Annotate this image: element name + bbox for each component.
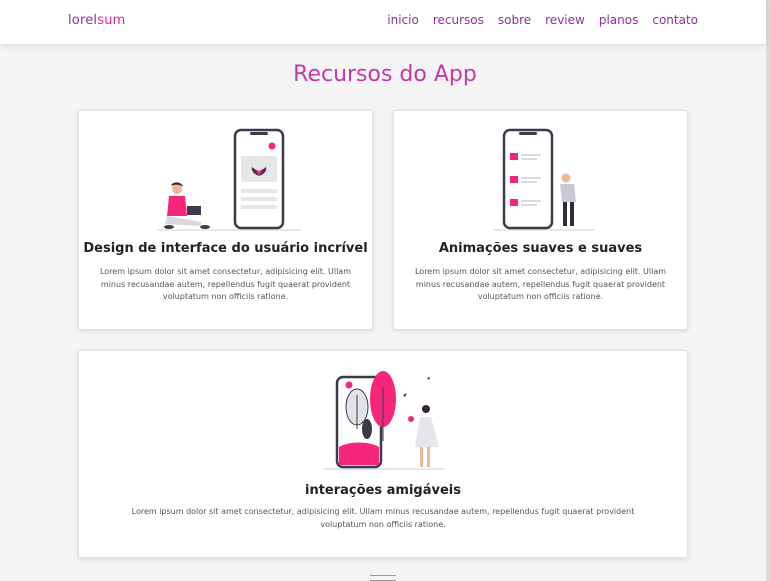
card-text: Lorem ipsum dolor sit amet consectetur, … — [131, 507, 635, 529]
card-text: Lorem ipsum dolor sit amet consectetur, … — [99, 267, 352, 301]
scrollbar[interactable] — [766, 0, 770, 581]
feature-card-design: Design de interface do usuário incrível … — [78, 110, 373, 330]
phone-animation-illustration-icon — [494, 128, 594, 231]
nav-link-recursos[interactable]: recursos — [433, 13, 484, 27]
nav-link-sobre[interactable]: sobre — [498, 13, 531, 27]
feature-card-animations: Animações suaves e suaves Lorem ipsum do… — [393, 110, 688, 330]
brand-logo[interactable]: lorelsum — [68, 13, 126, 28]
card-title: Animações suaves e suaves — [438, 241, 643, 256]
card-title: Design de interface do usuário incrível — [83, 241, 368, 256]
menu-icon[interactable] — [370, 575, 396, 581]
nav-link-contato[interactable]: contato — [652, 13, 698, 27]
nav-link-inicio[interactable]: inicio — [387, 13, 419, 27]
navbar: lorelsum inicio recursos sobre review pl… — [0, 0, 766, 44]
nav-links: inicio recursos sobre review planos cont… — [387, 13, 698, 27]
nav-link-review[interactable]: review — [545, 13, 585, 27]
brand-text-part1: lorel — [68, 13, 98, 28]
card-text: Lorem ipsum dolor sit amet consectetur, … — [414, 267, 667, 301]
nav-link-planos[interactable]: planos — [599, 13, 639, 27]
feature-card-interactions: interações amigáveis Lorem ipsum dolor s… — [78, 350, 688, 558]
card-title: interações amigáveis — [305, 483, 461, 498]
brand-text-part2: sum — [97, 13, 126, 28]
section-title: Recursos do App — [293, 62, 477, 87]
phone-interaction-illustration-icon — [323, 371, 445, 470]
phone-design-illustration-icon — [157, 128, 301, 231]
